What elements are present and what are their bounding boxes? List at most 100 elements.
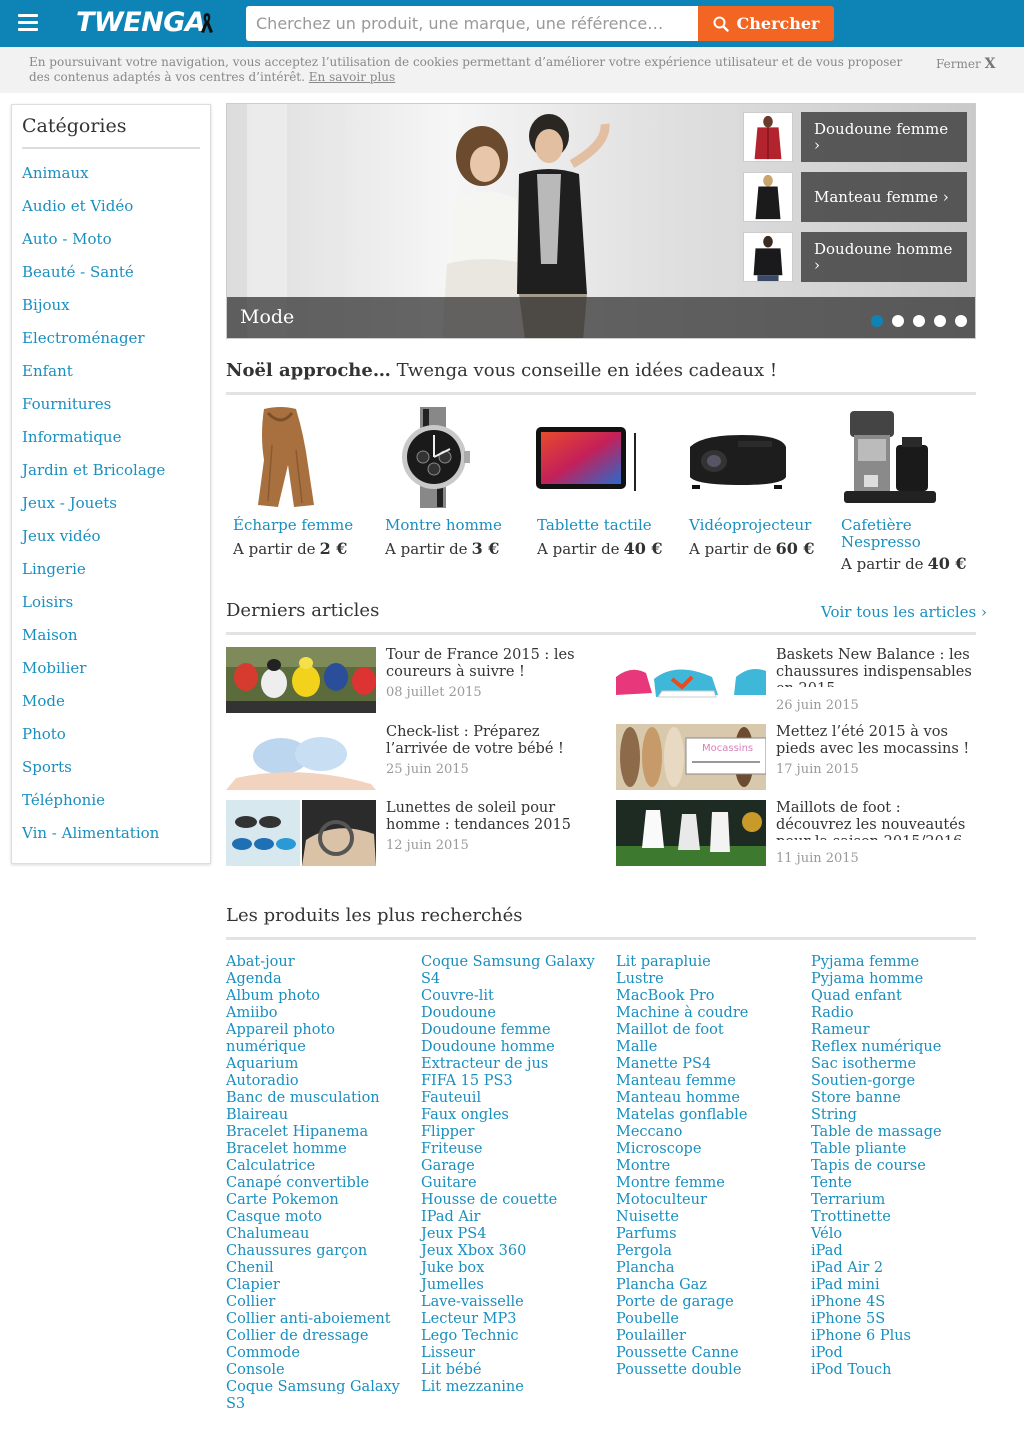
sidebar-item[interactable]: Auto - Moto — [22, 230, 165, 263]
popular-product-link[interactable]: Blaireau — [226, 1107, 416, 1124]
popular-product-link[interactable]: Flipper — [421, 1124, 611, 1141]
popular-product-link[interactable]: IPad Air — [421, 1209, 611, 1226]
popular-product-link[interactable]: Chenil — [226, 1260, 416, 1277]
popular-product-link[interactable]: Jeux Xbox 360 — [421, 1243, 611, 1260]
popular-product-link[interactable]: Montre — [616, 1158, 806, 1175]
menu-icon[interactable] — [18, 14, 38, 32]
popular-product-link[interactable]: Manette PS4 — [616, 1056, 806, 1073]
popular-product-link[interactable]: Banc de musculation — [226, 1090, 416, 1107]
popular-product-link[interactable]: Doudoune — [421, 1005, 611, 1022]
popular-product-link[interactable]: Lit mezzanine — [421, 1379, 611, 1396]
popular-product-link[interactable]: Jumelles — [421, 1277, 611, 1294]
popular-product-link[interactable]: Porte de garage — [616, 1294, 806, 1311]
sidebar-item[interactable]: Fournitures — [22, 395, 165, 428]
sidebar-item[interactable]: Vin - Alimentation — [22, 824, 165, 857]
popular-product-link[interactable]: Pergola — [616, 1243, 806, 1260]
popular-product-link[interactable]: iPhone 6 Plus — [811, 1328, 1001, 1345]
popular-product-link[interactable]: iPad Air 2 — [811, 1260, 1001, 1277]
sidebar-item[interactable]: Lingerie — [22, 560, 165, 593]
popular-product-link[interactable]: Plancha — [616, 1260, 806, 1277]
popular-product-link[interactable]: Coque Samsung Galaxy S3 — [226, 1379, 416, 1413]
popular-product-link[interactable]: Motoculteur — [616, 1192, 806, 1209]
sidebar-item[interactable]: Mobilier — [22, 659, 165, 692]
popular-product-link[interactable]: Machine à coudre — [616, 1005, 806, 1022]
popular-product-link[interactable]: Abat-jour — [226, 954, 416, 971]
sidebar-item[interactable]: Jeux - Jouets — [22, 494, 165, 527]
popular-product-link[interactable]: Commode — [226, 1345, 416, 1362]
popular-product-link[interactable]: Poussette Canne — [616, 1345, 806, 1362]
sidebar-item[interactable]: Beauté - Santé — [22, 263, 165, 296]
popular-product-link[interactable]: Jeux PS4 — [421, 1226, 611, 1243]
sidebar-item[interactable]: Audio et Vidéo — [22, 197, 165, 230]
popular-product-link[interactable]: Manteau femme — [616, 1073, 806, 1090]
popular-product-link[interactable]: Pyjama femme — [811, 954, 1001, 971]
popular-product-link[interactable]: Console — [226, 1362, 416, 1379]
carousel-dot[interactable] — [955, 315, 967, 327]
popular-product-link[interactable]: Aquarium — [226, 1056, 416, 1073]
popular-product-link[interactable]: Parfums — [616, 1226, 806, 1243]
sidebar-item[interactable]: Téléphonie — [22, 791, 165, 824]
sidebar-item[interactable]: Maison — [22, 626, 165, 659]
popular-product-link[interactable]: iPhone 4S — [811, 1294, 1001, 1311]
logo[interactable]: TWENGA — [76, 7, 206, 38]
popular-product-link[interactable]: Montre femme — [616, 1175, 806, 1192]
article-item[interactable]: Lunettes de soleil pour homme : tendance… — [226, 800, 596, 868]
sidebar-item[interactable]: Jeux vidéo — [22, 527, 165, 560]
popular-product-link[interactable]: Lecteur MP3 — [421, 1311, 611, 1328]
hero-link-doudoune-femme[interactable]: Doudoune femme › — [743, 112, 967, 162]
search-button[interactable]: Chercher — [698, 6, 834, 41]
popular-product-link[interactable]: Quad enfant — [811, 988, 1001, 1005]
popular-product-link[interactable]: Collier anti-aboiement — [226, 1311, 416, 1328]
article-item[interactable]: Tour de France 2015 : les coureurs à sui… — [226, 647, 596, 715]
popular-product-link[interactable]: iPad mini — [811, 1277, 1001, 1294]
popular-product-link[interactable]: Poulailler — [616, 1328, 806, 1345]
sidebar-item[interactable]: Jardin et Bricolage — [22, 461, 165, 494]
popular-product-link[interactable]: Microscope — [616, 1141, 806, 1158]
popular-product-link[interactable]: Vélo — [811, 1226, 1001, 1243]
sidebar-item[interactable]: Sports — [22, 758, 165, 791]
popular-product-link[interactable]: Juke box — [421, 1260, 611, 1277]
popular-product-link[interactable]: MacBook Pro — [616, 988, 806, 1005]
popular-product-link[interactable]: Collier de dressage — [226, 1328, 416, 1345]
hero-link-doudoune-homme[interactable]: Doudoune homme › — [743, 232, 967, 282]
popular-product-link[interactable]: Calculatrice — [226, 1158, 416, 1175]
popular-product-link[interactable]: Agenda — [226, 971, 416, 988]
sidebar-item[interactable]: Animaux — [22, 164, 165, 197]
popular-product-link[interactable]: Couvre-lit — [421, 988, 611, 1005]
sidebar-item[interactable]: Mode — [22, 692, 165, 725]
cookie-close-button[interactable]: Fermer X — [936, 56, 995, 72]
popular-product-link[interactable]: Rameur — [811, 1022, 1001, 1039]
see-all-articles-link[interactable]: Voir tous les articles › — [821, 603, 987, 621]
popular-product-link[interactable]: Reflex numérique — [811, 1039, 1001, 1056]
popular-product-link[interactable]: Tapis de course — [811, 1158, 1001, 1175]
popular-product-link[interactable]: Meccano — [616, 1124, 806, 1141]
popular-product-link[interactable]: Lit bébé — [421, 1362, 611, 1379]
popular-product-link[interactable]: Malle — [616, 1039, 806, 1056]
popular-product-link[interactable]: Appareil photo numérique — [226, 1022, 416, 1056]
popular-product-link[interactable]: Store banne — [811, 1090, 1001, 1107]
hero-link-manteau-femme[interactable]: Manteau femme › — [743, 172, 967, 222]
popular-product-link[interactable]: Casque moto — [226, 1209, 416, 1226]
popular-product-link[interactable]: FIFA 15 PS3 — [421, 1073, 611, 1090]
popular-product-link[interactable]: Carte Pokemon — [226, 1192, 416, 1209]
popular-product-link[interactable]: Plancha Gaz — [616, 1277, 806, 1294]
popular-product-link[interactable]: Lave-vaisselle — [421, 1294, 611, 1311]
popular-product-link[interactable]: Lit parapluie — [616, 954, 806, 971]
popular-product-link[interactable]: Tente — [811, 1175, 1001, 1192]
popular-product-link[interactable]: Matelas gonflable — [616, 1107, 806, 1124]
popular-product-link[interactable]: Canapé convertible — [226, 1175, 416, 1192]
popular-product-link[interactable]: iPod — [811, 1345, 1001, 1362]
popular-product-link[interactable]: Clapier — [226, 1277, 416, 1294]
sidebar-item[interactable]: Loisirs — [22, 593, 165, 626]
hero-carousel[interactable]: Doudoune femme › Manteau femme › Doudoun… — [226, 103, 976, 339]
article-item[interactable]: Baskets New Balance : les chaussures ind… — [616, 647, 986, 715]
popular-product-link[interactable]: Poubelle — [616, 1311, 806, 1328]
popular-product-link[interactable]: Chaussures garçon — [226, 1243, 416, 1260]
search-input[interactable] — [246, 6, 698, 41]
popular-product-link[interactable]: Coque Samsung Galaxy S4 — [421, 954, 611, 988]
popular-product-link[interactable]: Fauteuil — [421, 1090, 611, 1107]
popular-product-link[interactable]: Bracelet Hipanema — [226, 1124, 416, 1141]
popular-product-link[interactable]: Autoradio — [226, 1073, 416, 1090]
carousel-dot[interactable] — [892, 315, 904, 327]
popular-product-link[interactable]: Album photo — [226, 988, 416, 1005]
